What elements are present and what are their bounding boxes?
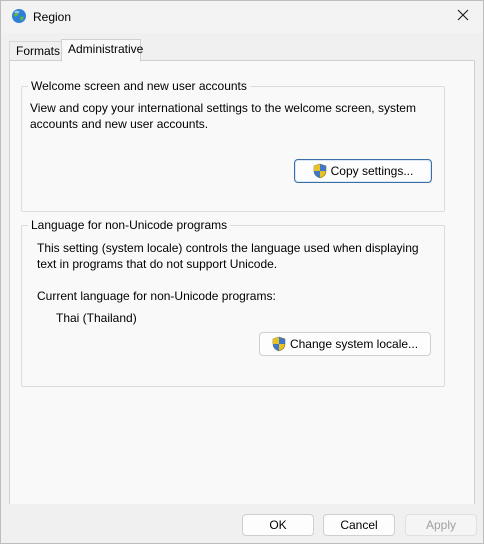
globe-icon [11,8,27,24]
cancel-button[interactable]: Cancel [323,514,395,536]
administrative-panel: Welcome screen and new user accounts Vie… [9,60,475,505]
window-title: Region [33,10,72,24]
current-language-label: Current language for non-Unicode program… [37,289,276,303]
close-button[interactable] [443,1,483,31]
copy-settings-label: Copy settings... [330,164,414,178]
copy-settings-button[interactable]: Copy settings... [294,159,432,183]
tab-formats[interactable]: Formats [9,41,63,60]
title-bar: Region [1,1,483,33]
welcome-description-line2: accounts and new user accounts. [30,117,209,131]
apply-button[interactable]: Apply [405,514,477,536]
region-dialog: Region Formats Administrative Welcome sc… [0,0,484,544]
welcome-group-legend: Welcome screen and new user accounts [28,79,250,93]
dialog-button-bar: OK Cancel Apply [1,504,483,543]
current-language-value: Thai (Thailand) [56,311,137,325]
tab-strip: Formats Administrative [9,39,479,62]
uac-shield-icon [313,163,327,179]
close-icon [457,9,469,24]
non-unicode-group-legend: Language for non-Unicode programs [28,218,231,232]
ok-button[interactable]: OK [242,514,314,536]
change-system-locale-button[interactable]: Change system locale... [259,332,431,356]
welcome-description-line1: View and copy your international setting… [30,101,416,115]
welcome-screen-group: Welcome screen and new user accounts Vie… [21,79,445,212]
locale-description-line1: This setting (system locale) controls th… [37,241,419,255]
locale-description-line2: text in programs that do not support Uni… [37,257,278,271]
uac-shield-icon [272,336,286,352]
change-system-locale-label: Change system locale... [289,337,419,351]
tab-administrative[interactable]: Administrative [61,39,143,62]
non-unicode-group: Language for non-Unicode programs This s… [21,218,445,387]
